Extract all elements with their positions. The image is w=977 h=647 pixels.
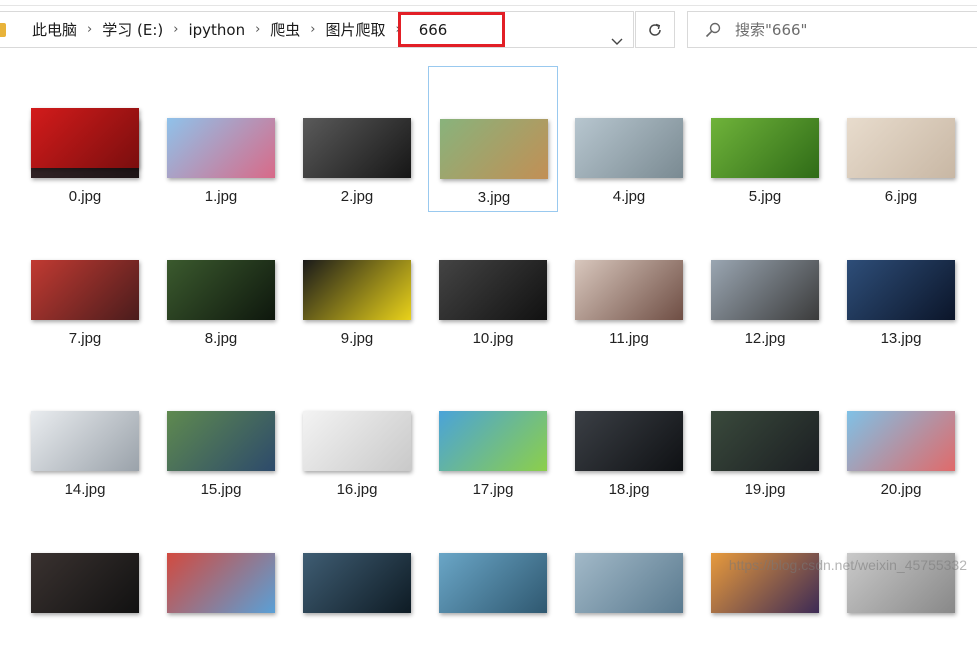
- file-item[interactable]: [700, 501, 830, 647]
- file-thumbnail: [31, 108, 139, 168]
- address-bar[interactable]: 此电脑 › 学习 (E:) › ipython › 爬虫 › 图片爬取 › 66…: [0, 11, 634, 48]
- file-name: 10.jpg: [472, 330, 514, 347]
- refresh-icon: [649, 23, 661, 36]
- address-toolbar: 此电脑 › 学习 (E:) › ipython › 爬虫 › 图片爬取 › 66…: [0, 0, 977, 56]
- file-name: 5.jpg: [748, 188, 782, 205]
- file-thumbnail: [167, 260, 275, 320]
- file-name: 8.jpg: [204, 330, 238, 347]
- chevron-down-icon: [611, 38, 623, 45]
- breadcrumb-current-folder[interactable]: 666: [407, 21, 452, 39]
- file-thumbnail: [439, 260, 547, 320]
- file-item[interactable]: 15.jpg: [156, 359, 286, 505]
- file-item[interactable]: [20, 501, 150, 647]
- file-name: 16.jpg: [336, 481, 378, 498]
- file-name: 13.jpg: [880, 330, 922, 347]
- file-item[interactable]: [836, 501, 966, 647]
- file-item[interactable]: 12.jpg: [700, 208, 830, 354]
- file-thumbnail: [847, 118, 955, 178]
- file-thumbnail: [575, 411, 683, 471]
- file-thumbnail: [303, 260, 411, 320]
- file-item[interactable]: 3.jpg: [428, 66, 558, 212]
- file-thumbnail: [31, 553, 139, 613]
- file-thumbnail: [575, 260, 683, 320]
- file-item[interactable]: [564, 501, 694, 647]
- file-item[interactable]: 5.jpg: [700, 66, 830, 212]
- file-item[interactable]: [20, 56, 150, 202]
- file-item[interactable]: 10.jpg: [428, 208, 558, 354]
- file-item[interactable]: 9.jpg: [292, 208, 422, 354]
- file-name: 9.jpg: [340, 330, 374, 347]
- file-thumbnail: [303, 118, 411, 178]
- search-input[interactable]: [735, 20, 955, 39]
- file-thumbnail: [711, 118, 819, 178]
- chevron-right-icon[interactable]: ›: [81, 22, 98, 37]
- file-item[interactable]: [292, 501, 422, 647]
- breadcrumb: 此电脑 › 学习 (E:) › ipython › 爬虫 › 图片爬取 › 66…: [0, 12, 451, 47]
- file-thumbnail: [847, 411, 955, 471]
- file-item[interactable]: 17.jpg: [428, 359, 558, 505]
- file-thumbnail: [575, 118, 683, 178]
- file-thumbnail: [167, 411, 275, 471]
- chevron-right-icon[interactable]: ›: [249, 22, 266, 37]
- file-thumbnail: [847, 260, 955, 320]
- file-name: 3.jpg: [477, 189, 511, 206]
- file-item[interactable]: 13.jpg: [836, 208, 966, 354]
- file-name: 1.jpg: [204, 188, 238, 205]
- file-name: 6.jpg: [884, 188, 918, 205]
- breadcrumb-drive-e[interactable]: 学习 (E:): [98, 19, 167, 40]
- file-item[interactable]: 7.jpg: [20, 208, 150, 354]
- file-item[interactable]: 16.jpg: [292, 359, 422, 505]
- file-item[interactable]: 1.jpg: [156, 66, 286, 212]
- file-name: 11.jpg: [609, 330, 649, 347]
- file-item[interactable]: 8.jpg: [156, 208, 286, 354]
- file-item[interactable]: 18.jpg: [564, 359, 694, 505]
- chevron-right-icon[interactable]: ›: [167, 22, 184, 37]
- file-name: 18.jpg: [608, 481, 650, 498]
- file-name: 2.jpg: [340, 188, 374, 205]
- file-name: 14.jpg: [64, 481, 106, 498]
- file-item[interactable]: [156, 501, 286, 647]
- chevron-right-icon[interactable]: ›: [390, 22, 407, 37]
- file-item[interactable]: 20.jpg: [836, 359, 966, 505]
- breadcrumb-this-pc[interactable]: 此电脑: [28, 19, 81, 40]
- file-item[interactable]: 11.jpg: [564, 208, 694, 354]
- search-box[interactable]: [687, 11, 977, 48]
- file-grid: 0.jpg 1.jpg 2.jpg 3.jpg 4.jpg 5.jpg 6.jpg 7.jpg…: [0, 56, 977, 613]
- search-icon: [705, 22, 721, 38]
- file-thumbnail: [167, 553, 275, 613]
- file-name: 7.jpg: [68, 330, 102, 347]
- file-thumbnail: [439, 553, 547, 613]
- file-thumbnail: [439, 411, 547, 471]
- file-thumbnail: [303, 553, 411, 613]
- file-thumbnail: [711, 411, 819, 471]
- file-name: 12.jpg: [744, 330, 786, 347]
- file-thumbnail: [303, 411, 411, 471]
- folder-icon: [0, 22, 6, 37]
- toolbar-divider: [0, 5, 977, 6]
- file-name: 4.jpg: [612, 188, 646, 205]
- history-dropdown-button[interactable]: [599, 23, 635, 60]
- file-thumbnail: [575, 553, 683, 613]
- file-thumbnail: [711, 260, 819, 320]
- chevron-right-icon[interactable]: ›: [304, 22, 321, 37]
- file-item[interactable]: 2.jpg: [292, 66, 422, 212]
- file-item[interactable]: 19.jpg: [700, 359, 830, 505]
- file-thumbnail: [440, 119, 548, 179]
- file-item[interactable]: [428, 501, 558, 647]
- watermark-text: https://blog.csdn.net/weixin_45755332: [728, 557, 967, 573]
- file-name: 20.jpg: [880, 481, 922, 498]
- file-thumbnail: [31, 411, 139, 471]
- refresh-button[interactable]: [635, 11, 675, 48]
- file-name: 15.jpg: [200, 481, 242, 498]
- file-name: 19.jpg: [744, 481, 786, 498]
- breadcrumb-ipython[interactable]: ipython: [184, 21, 249, 39]
- file-name: 17.jpg: [472, 481, 514, 498]
- file-thumbnail: [31, 260, 139, 320]
- breadcrumb-crawler[interactable]: 爬虫: [266, 19, 304, 40]
- file-item[interactable]: 4.jpg: [564, 66, 694, 212]
- file-item[interactable]: 14.jpg: [20, 359, 150, 505]
- breadcrumb-image-crawl[interactable]: 图片爬取: [322, 19, 390, 40]
- file-thumbnail: [167, 118, 275, 178]
- file-item[interactable]: 6.jpg: [836, 66, 966, 212]
